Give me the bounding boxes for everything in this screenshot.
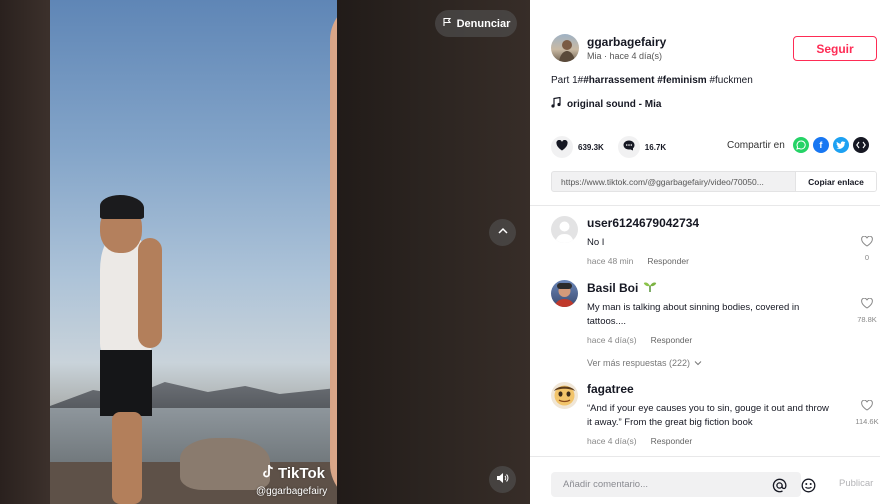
follow-button[interactable]: Seguir [793, 36, 877, 61]
video-person-shorts [100, 350, 152, 416]
report-label: Denunciar [456, 17, 511, 30]
facebook-icon[interactable]: f [812, 137, 829, 153]
comment-text: No I [587, 237, 605, 248]
video-person-arm [138, 238, 162, 348]
comment-like-count: 0 [864, 253, 870, 262]
watermark-username: @ggarbagefairy [256, 486, 328, 497]
comment-count: 16.7K [644, 142, 667, 152]
comment-input-placeholder: Añadir comentario... [563, 479, 649, 490]
flag-icon [442, 17, 452, 30]
volume-icon [496, 471, 509, 489]
heart-icon [556, 138, 568, 156]
hashtag-feminism[interactable]: #feminism [657, 75, 706, 86]
whatsapp-icon[interactable] [792, 137, 809, 153]
section-divider [530, 205, 880, 206]
comment-username[interactable]: user6124679042734 [587, 216, 832, 230]
like-count: 639.3K [578, 142, 604, 152]
embed-code-icon[interactable] [852, 137, 869, 153]
music-note-icon [551, 96, 561, 111]
video-link-url[interactable]: https://www.tiktok.com/@ggarbagefairy/vi… [552, 177, 795, 187]
comment-text: “And if your eye causes you to sin, goug… [587, 403, 829, 428]
comment-username[interactable]: fagatree [587, 382, 832, 396]
details-panel: ggarbagefairy Mia · hace 4 día(s) Seguir… [530, 0, 880, 504]
twitter-icon[interactable] [832, 137, 849, 153]
sprout-emoji-icon [643, 280, 657, 295]
engagement-stats: 639.3K 16.7K [551, 136, 680, 158]
comment-compose-bar: Añadir comentario... Publicar [530, 456, 880, 504]
share-row: Compartir en f [727, 137, 869, 153]
video-link-box: https://www.tiktok.com/@ggarbagefairy/vi… [551, 171, 877, 192]
comment-text: My man is talking about sinning bodies, … [587, 302, 800, 327]
music-link[interactable]: original sound - Mia [551, 96, 662, 111]
comment-like-button[interactable]: 0 [853, 234, 880, 262]
previous-video-button[interactable] [489, 219, 516, 246]
music-label: original sound - Mia [567, 98, 662, 110]
chevron-up-icon [497, 224, 509, 242]
video-player[interactable]: Denunciar TikTok @ggarbagefairy [0, 0, 530, 504]
reply-button[interactable]: Responder [651, 436, 693, 446]
comment-avatar[interactable] [551, 280, 578, 307]
share-label: Compartir en [727, 139, 785, 151]
comment-time: hace 4 día(s) [587, 436, 637, 446]
video-person-cap [100, 195, 144, 219]
copy-link-button[interactable]: Copiar enlace [795, 172, 876, 191]
video-frame[interactable] [50, 0, 337, 504]
reply-button[interactable]: Responder [647, 256, 689, 266]
sound-toggle-button[interactable] [489, 466, 516, 493]
chevron-down-icon [694, 358, 702, 368]
comment-time: hace 48 min [587, 256, 634, 266]
like-button[interactable] [551, 136, 573, 158]
tiktok-logo-icon [262, 464, 275, 483]
report-button[interactable]: Denunciar [435, 10, 517, 37]
comment-like-button[interactable]: 114.6K [853, 398, 880, 426]
author-meta: Mia · hace 4 día(s) [587, 51, 663, 61]
comment-input[interactable]: Añadir comentario... [551, 472, 815, 497]
comment-avatar[interactable] [551, 382, 578, 409]
author-avatar[interactable] [551, 34, 579, 62]
more-replies-label: Ver más respuestas (222) [587, 358, 691, 368]
video-foreground-arm [330, 0, 337, 504]
heart-outline-icon [861, 296, 873, 313]
description-text: Part 1# [551, 75, 584, 86]
emoji-icon[interactable] [800, 477, 816, 493]
heart-outline-icon [861, 398, 873, 415]
reply-button[interactable]: Responder [651, 335, 693, 345]
comment-time: hace 4 día(s) [587, 335, 637, 345]
comment-avatar[interactable] [551, 216, 578, 243]
comment-like-count: 114.6K [855, 417, 879, 426]
mention-icon[interactable] [771, 477, 787, 493]
comment-count-button[interactable] [617, 136, 640, 158]
author-username[interactable]: ggarbagefairy [587, 35, 666, 49]
comment-icon [623, 138, 635, 156]
watermark-brand-text: TikTok [278, 465, 325, 482]
view-more-replies-button[interactable]: Ver más respuestas (222) [587, 358, 702, 368]
comment-username[interactable]: Basil Boi [587, 280, 832, 295]
publish-button[interactable]: Publicar [839, 478, 873, 489]
hashtag-harrassement[interactable]: #harrassement [583, 75, 654, 86]
heart-outline-icon [861, 234, 873, 251]
video-person-leg [112, 412, 142, 504]
watermark-brand: TikTok [262, 464, 327, 483]
author-block[interactable]: ggarbagefairy Mia · hace 4 día(s) [551, 34, 666, 62]
comment-like-count: 78.8K [857, 315, 877, 324]
hashtag-fuckmen[interactable]: #fuckmen [709, 75, 752, 86]
tiktok-watermark: TikTok @ggarbagefairy [256, 464, 327, 497]
comment-like-button[interactable]: 78.8K [853, 296, 880, 324]
video-description: Part 1##harrassement #feminism #fuckmen [551, 75, 753, 86]
